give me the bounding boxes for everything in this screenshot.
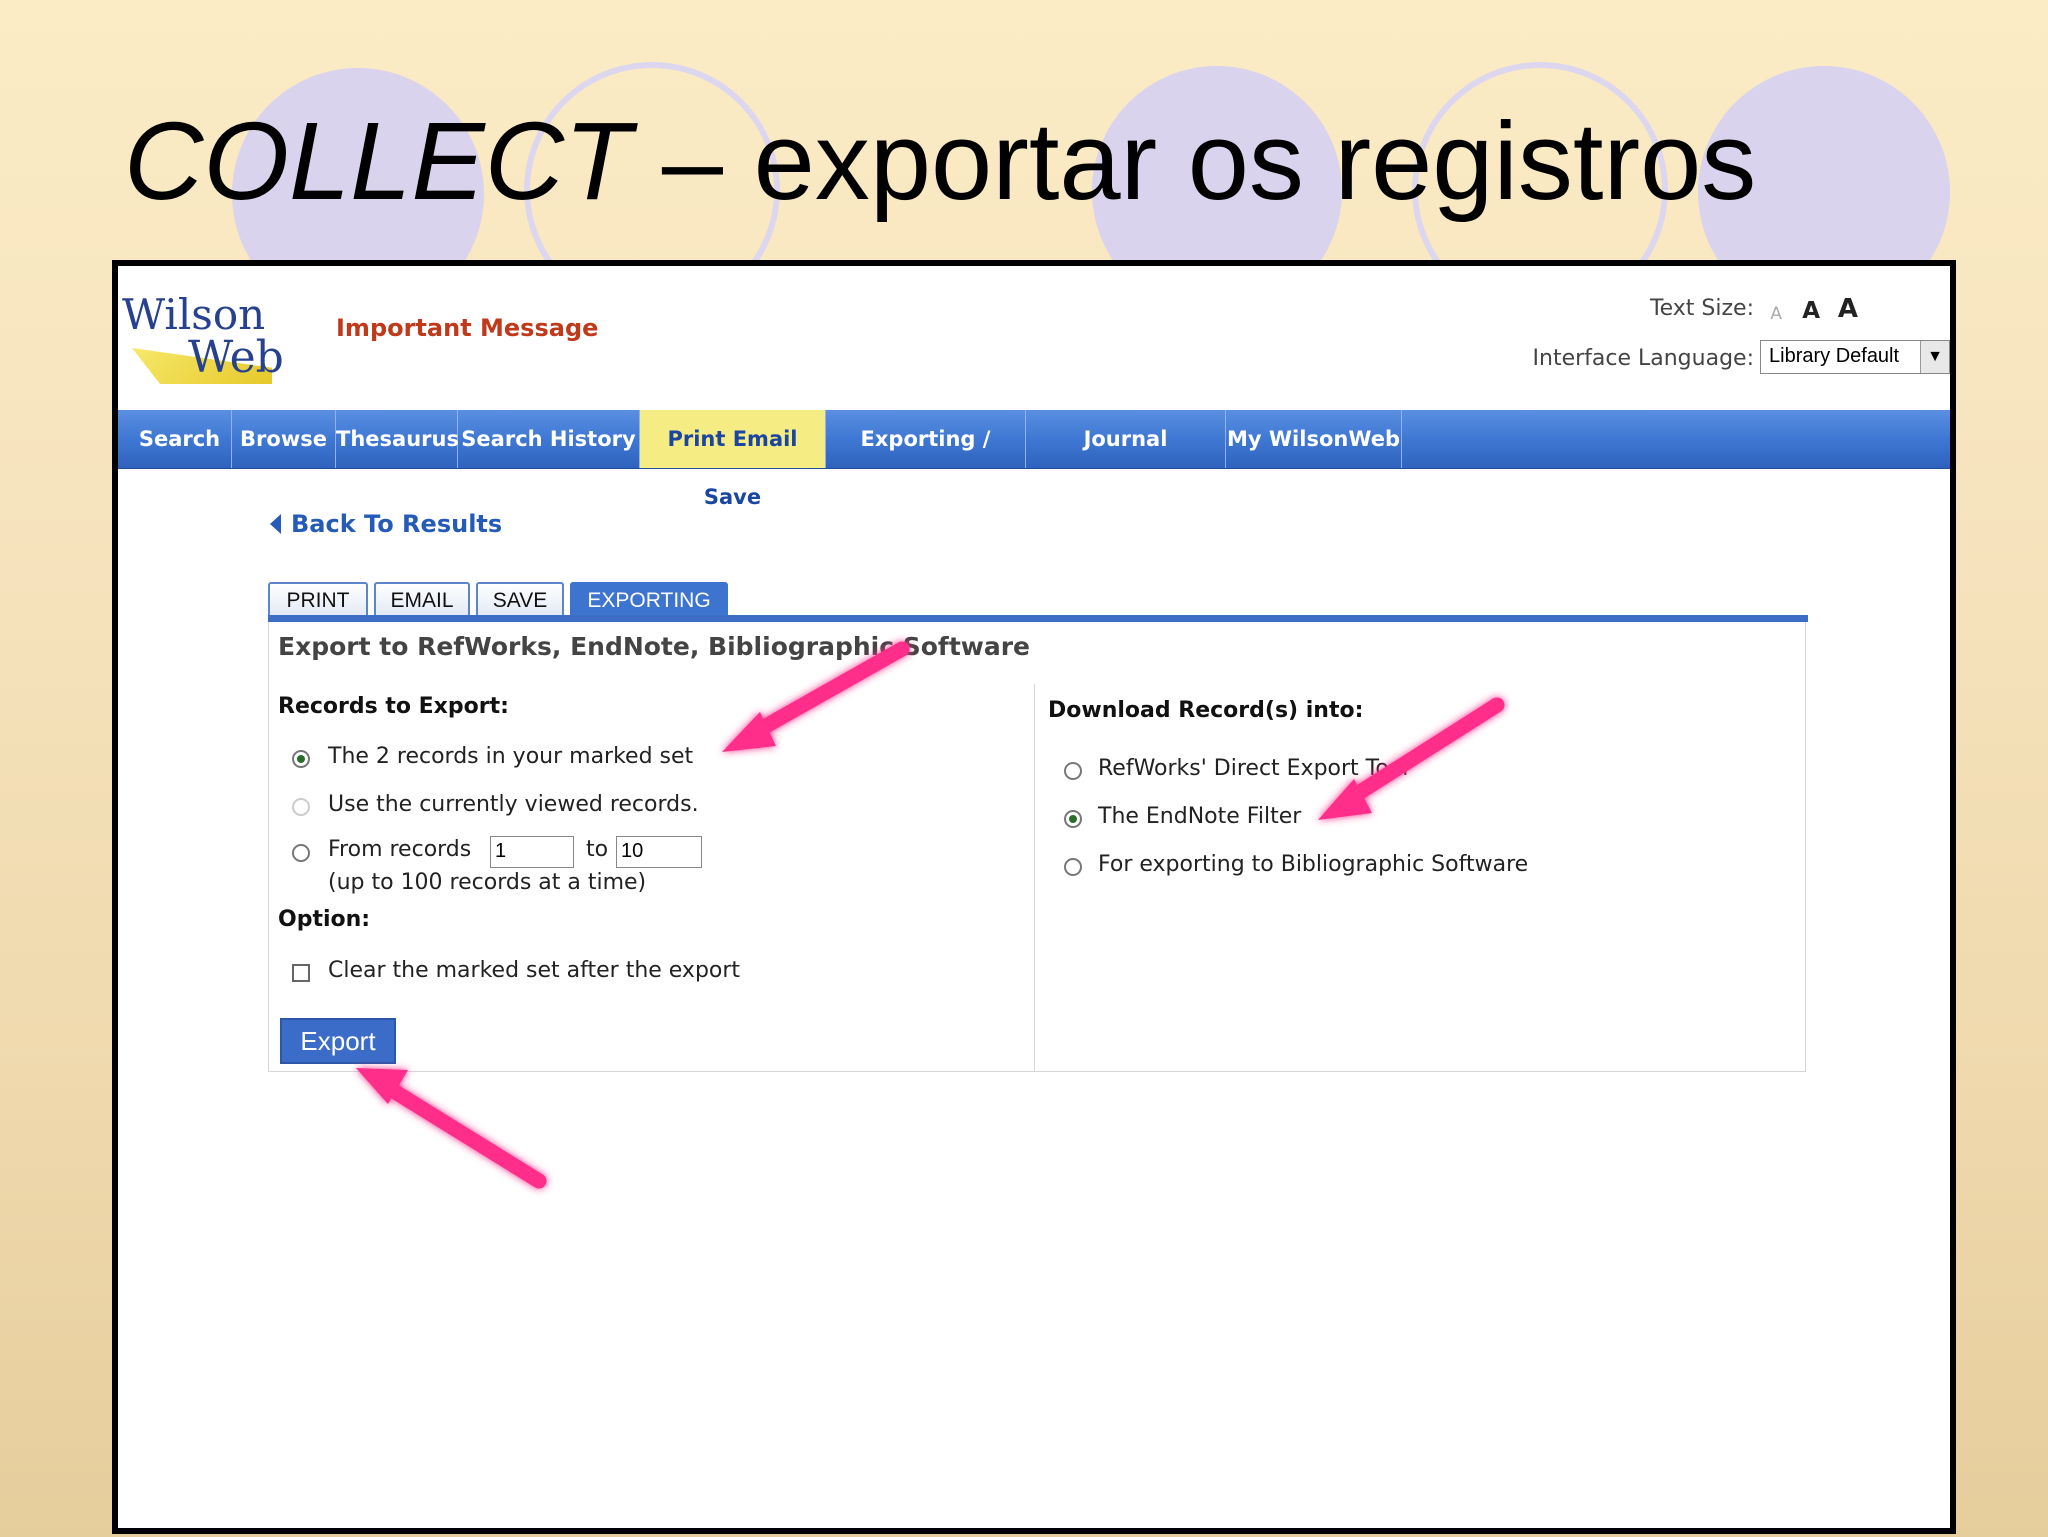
tab-save[interactable]: SAVE [476,582,564,616]
interface-language-select[interactable]: Library Default ▼ [1760,340,1950,374]
nav-journal-directory[interactable]: Journal Directory [1026,410,1226,509]
from-record-input[interactable]: 1 [490,836,574,868]
text-size-large[interactable]: A [1838,294,1858,324]
wilsonweb-logo[interactable]: Wilson Web [122,290,392,400]
logo-line2: Web [188,332,284,383]
slide-title-rest: – exportar os registros [631,100,1757,223]
radio-endnote-label: The EndNote Filter [1098,804,1302,829]
radio-from-records[interactable] [292,844,310,862]
tab-exporting[interactable]: EXPORTING [570,582,728,616]
records-to-export-heading: Records to Export: [278,694,509,719]
nav-print-email-save[interactable]: Print Email Save [640,410,826,509]
text-size-small[interactable]: A [1770,304,1782,324]
panel-title: Export to RefWorks, EndNote, Bibliograph… [278,632,1031,661]
download-into-heading: Download Record(s) into: [1048,698,1364,723]
tab-email[interactable]: EMAIL [374,582,470,616]
tab-rule [268,615,1808,622]
back-to-results-label: Back To Results [291,510,503,538]
slide-title: COLLECT – exportar os registros [124,92,1756,232]
radio-endnote[interactable] [1064,810,1082,828]
radio-marked-set[interactable] [292,750,310,768]
nav-exporting-citing[interactable]: Exporting / Citing [826,410,1026,509]
radio-bibliographic-software[interactable] [1064,858,1082,876]
interface-language-label: Interface Language: [1532,346,1754,371]
interface-language-value: Library Default [1769,345,1900,367]
clear-marked-set-label: Clear the marked set after the export [328,958,741,983]
radio-bibliographic-software-label: For exporting to Bibliographic Software [1098,852,1529,877]
nav-search[interactable]: Search [128,410,232,468]
nav-search-history[interactable]: Search History [458,410,640,468]
clear-marked-set-checkbox[interactable] [292,964,310,982]
radio-viewed-records-label: Use the currently viewed records. [328,792,699,817]
screenshot-frame: Wilson Web Important Message Text Size: … [112,260,1956,1534]
radio-from-records-label: From records [328,837,472,862]
range-note: (up to 100 records at a time) [328,870,647,895]
important-message-link[interactable]: Important Message [336,314,598,342]
panel-divider [1034,684,1035,1072]
nav-browse[interactable]: Browse [232,410,336,468]
main-nav: Search Browse Thesaurus Search History P… [118,410,1950,509]
option-heading: Option: [278,907,371,932]
radio-refworks[interactable] [1064,762,1082,780]
slide-title-em: COLLECT [124,100,632,223]
to-record-input[interactable]: 10 [616,836,702,868]
text-size-label: Text Size: [1649,296,1754,321]
tab-print[interactable]: PRINT [268,582,368,616]
back-to-results-link[interactable]: Back To Results [270,510,502,538]
radio-viewed-records[interactable] [292,798,310,816]
chevron-down-icon: ▼ [1920,341,1949,373]
nav-thesaurus[interactable]: Thesaurus [336,410,459,468]
to-label: to [586,837,609,862]
export-button[interactable]: Export [280,1018,396,1064]
radio-marked-set-label: The 2 records in your marked set [328,744,694,769]
back-arrow-icon [270,514,281,534]
nav-my-wilsonweb[interactable]: My WilsonWeb [1226,410,1402,468]
text-size-medium[interactable]: A [1802,298,1820,324]
radio-refworks-label: RefWorks' Direct Export Tool [1098,756,1409,781]
